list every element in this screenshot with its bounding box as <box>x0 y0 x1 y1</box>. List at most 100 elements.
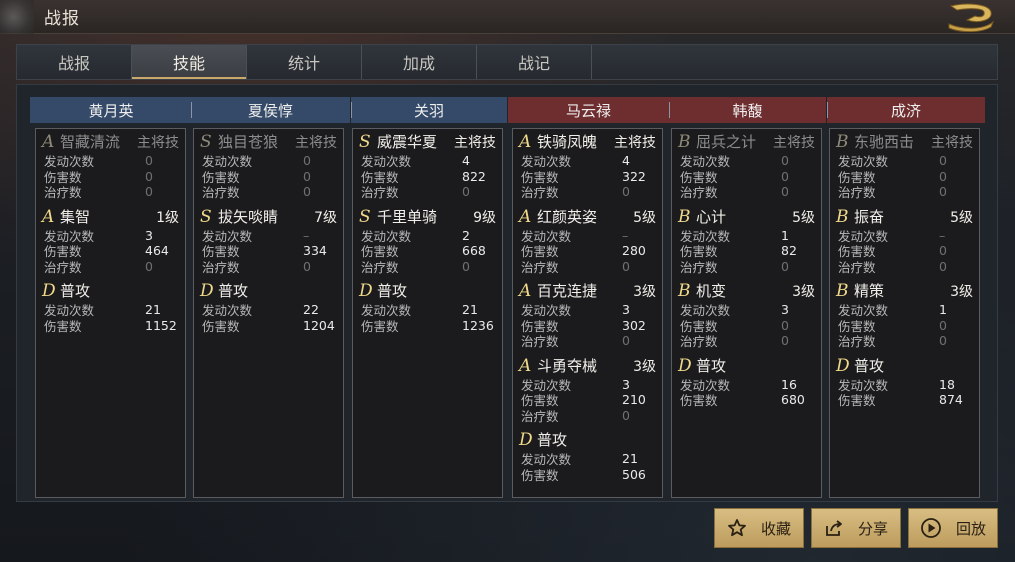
tab-statistics[interactable]: 统计 <box>247 45 362 79</box>
skill-entry: D 普攻 发动次数 21 伤害数 1236 <box>359 280 496 334</box>
favorite-button[interactable]: 收藏 <box>714 508 804 548</box>
stat-value: 0 <box>939 153 947 169</box>
stat-label: 治疗数 <box>521 185 559 201</box>
skill-grade: S <box>200 206 212 227</box>
stat-label: 伤害数 <box>680 393 718 409</box>
skill-name: 普攻 <box>60 282 91 300</box>
skill-level-tag: 3级 <box>792 284 815 300</box>
stat-label: 伤害数 <box>44 318 82 334</box>
skill-stat-row: 治疗数 0 <box>678 333 815 349</box>
skill-entry: B 精策 3级 发动次数 1 伤害数 0 治疗数 0 <box>836 280 973 349</box>
stat-value: 0 <box>303 258 311 274</box>
hero-skill-card: A 铁骑凤魄 主将技 发动次数 4 伤害数 322 治疗数 0 A 红颜英姿 5级 发动次数 – 伤害数 28… <box>512 128 663 498</box>
tab-skills[interactable]: 技能 <box>132 45 247 79</box>
skill-name: 斗勇夺械 <box>537 356 598 375</box>
skill-stat-row: 治疗数 0 <box>200 259 337 275</box>
hero-skill-card: S 独目苍狼 主将技 发动次数 0 伤害数 0 治疗数 0 S 拔矢啖睛 7级 发动次数 – 伤害数 334 治… <box>193 128 344 498</box>
skill-entry: B 屈兵之计 主将技 发动次数 0 伤害数 0 治疗数 0 <box>678 131 815 200</box>
skill-grade: S <box>200 132 212 152</box>
skill-stat-row: 治疗数 0 <box>359 259 496 275</box>
stat-value: 0 <box>303 168 311 184</box>
skill-name: 心计 <box>696 207 727 226</box>
skill-name: 普攻 <box>696 356 727 375</box>
skill-name: 百克连捷 <box>537 282 598 300</box>
skill-level-tag: 5级 <box>792 209 815 226</box>
skill-grade: D <box>42 281 56 301</box>
skill-header: A 斗勇夺械 3级 <box>519 355 656 377</box>
skill-entry: D 普攻 发动次数 18 伤害数 874 <box>836 355 973 409</box>
stat-value: 334 <box>303 243 327 259</box>
back-icon[interactable] <box>945 0 997 33</box>
skill-header: B 精策 3级 <box>836 280 973 302</box>
hero-name-header: 韩馥 <box>669 97 826 123</box>
skill-grade: D <box>519 430 533 450</box>
skill-entry: A 百克连捷 3级 发动次数 3 伤害数 302 治疗数 0 <box>519 280 656 349</box>
stat-value: 0 <box>303 153 311 169</box>
replay-button[interactable]: 回放 <box>908 508 998 548</box>
skill-entry: B 振奋 5级 发动次数 – 伤害数 0 治疗数 0 <box>836 206 973 275</box>
skill-grade: B <box>678 206 691 227</box>
stat-value: 0 <box>939 317 947 333</box>
stat-label: 治疗数 <box>202 259 240 275</box>
stat-value: 1 <box>781 227 789 243</box>
skill-grade: D <box>678 355 692 376</box>
skill-grade: D <box>836 355 850 376</box>
skill-name: 屈兵之计 <box>696 133 757 151</box>
skill-name: 精策 <box>854 282 885 300</box>
skill-level-tag: 9级 <box>473 209 496 226</box>
skill-header: S 千里单骑 9级 <box>359 206 496 228</box>
stat-value: – <box>303 227 310 243</box>
hero-skill-card: S 威震华夏 主将技 发动次数 4 伤害数 822 治疗数 0 S 千里单骑 9级 发动次数 2 伤害数 66… <box>352 128 503 498</box>
stat-value: 0 <box>781 333 789 349</box>
stat-label: 治疗数 <box>521 408 559 424</box>
tab-bar: 战报 技能 统计 加成 战记 <box>16 44 998 80</box>
stat-label: 治疗数 <box>521 334 559 350</box>
stat-label: 治疗数 <box>838 259 876 275</box>
hero-skill-card: B 屈兵之计 主将技 发动次数 0 伤害数 0 治疗数 0 B 心计 5级 发动次数 1 伤害数 82 治疗数 0… <box>671 128 822 498</box>
skill-name: 独目苍狼 <box>218 133 279 151</box>
stat-value: 302 <box>622 317 646 333</box>
stat-label: 治疗数 <box>44 259 82 275</box>
skill-level-tag: 5级 <box>633 209 656 226</box>
skill-stat-row: 治疗数 0 <box>678 184 815 200</box>
header-divider <box>827 102 828 118</box>
stat-value: 21 <box>622 451 638 467</box>
stat-value: 1236 <box>462 317 494 333</box>
page-title: 战报 <box>44 9 80 29</box>
skill-level-tag: 主将技 <box>931 135 973 151</box>
skill-header: A 集智 1级 <box>42 206 179 228</box>
stat-value: 18 <box>939 376 955 392</box>
skill-name: 普攻 <box>537 431 568 449</box>
tab-battle-report[interactable]: 战报 <box>17 45 132 79</box>
share-button[interactable]: 分享 <box>811 508 901 548</box>
stat-value: 0 <box>781 168 789 184</box>
skill-header: D 普攻 <box>836 355 973 377</box>
stat-value: 0 <box>622 407 630 423</box>
skill-level-tag: 主将技 <box>137 135 179 151</box>
stat-value: 0 <box>622 333 630 349</box>
skill-entry: S 独目苍狼 主将技 发动次数 0 伤害数 0 治疗数 0 <box>200 131 337 200</box>
skill-stat-row: 治疗数 0 <box>836 259 973 275</box>
skill-name: 智藏清流 <box>60 133 121 151</box>
header-divider <box>191 102 192 118</box>
skill-name: 红颜英姿 <box>537 207 598 226</box>
skill-level-tag: 主将技 <box>454 135 496 151</box>
skill-entry: B 机变 3级 发动次数 3 伤害数 0 治疗数 0 <box>678 280 815 349</box>
skill-entry: S 千里单骑 9级 发动次数 2 伤害数 668 治疗数 0 <box>359 206 496 275</box>
skill-header: D 普攻 <box>678 355 815 377</box>
skill-name: 拔矢啖睛 <box>218 207 279 226</box>
stat-label: 伤害数 <box>521 467 559 483</box>
skill-grade: D <box>200 281 214 301</box>
skill-grade: A <box>519 355 532 376</box>
stat-label: 治疗数 <box>838 334 876 350</box>
skill-entry: S 拔矢啖睛 7级 发动次数 – 伤害数 334 治疗数 0 <box>200 206 337 275</box>
skill-header: S 独目苍狼 主将技 <box>200 131 337 153</box>
skill-grade: D <box>359 281 373 301</box>
stat-value: 3 <box>145 227 153 243</box>
stat-value: 0 <box>939 243 947 259</box>
tab-bonus[interactable]: 加成 <box>362 45 477 79</box>
stat-value: 0 <box>939 168 947 184</box>
tab-battle-log[interactable]: 战记 <box>477 45 592 79</box>
skill-grade: S <box>359 132 371 152</box>
stat-label: 治疗数 <box>680 185 718 201</box>
